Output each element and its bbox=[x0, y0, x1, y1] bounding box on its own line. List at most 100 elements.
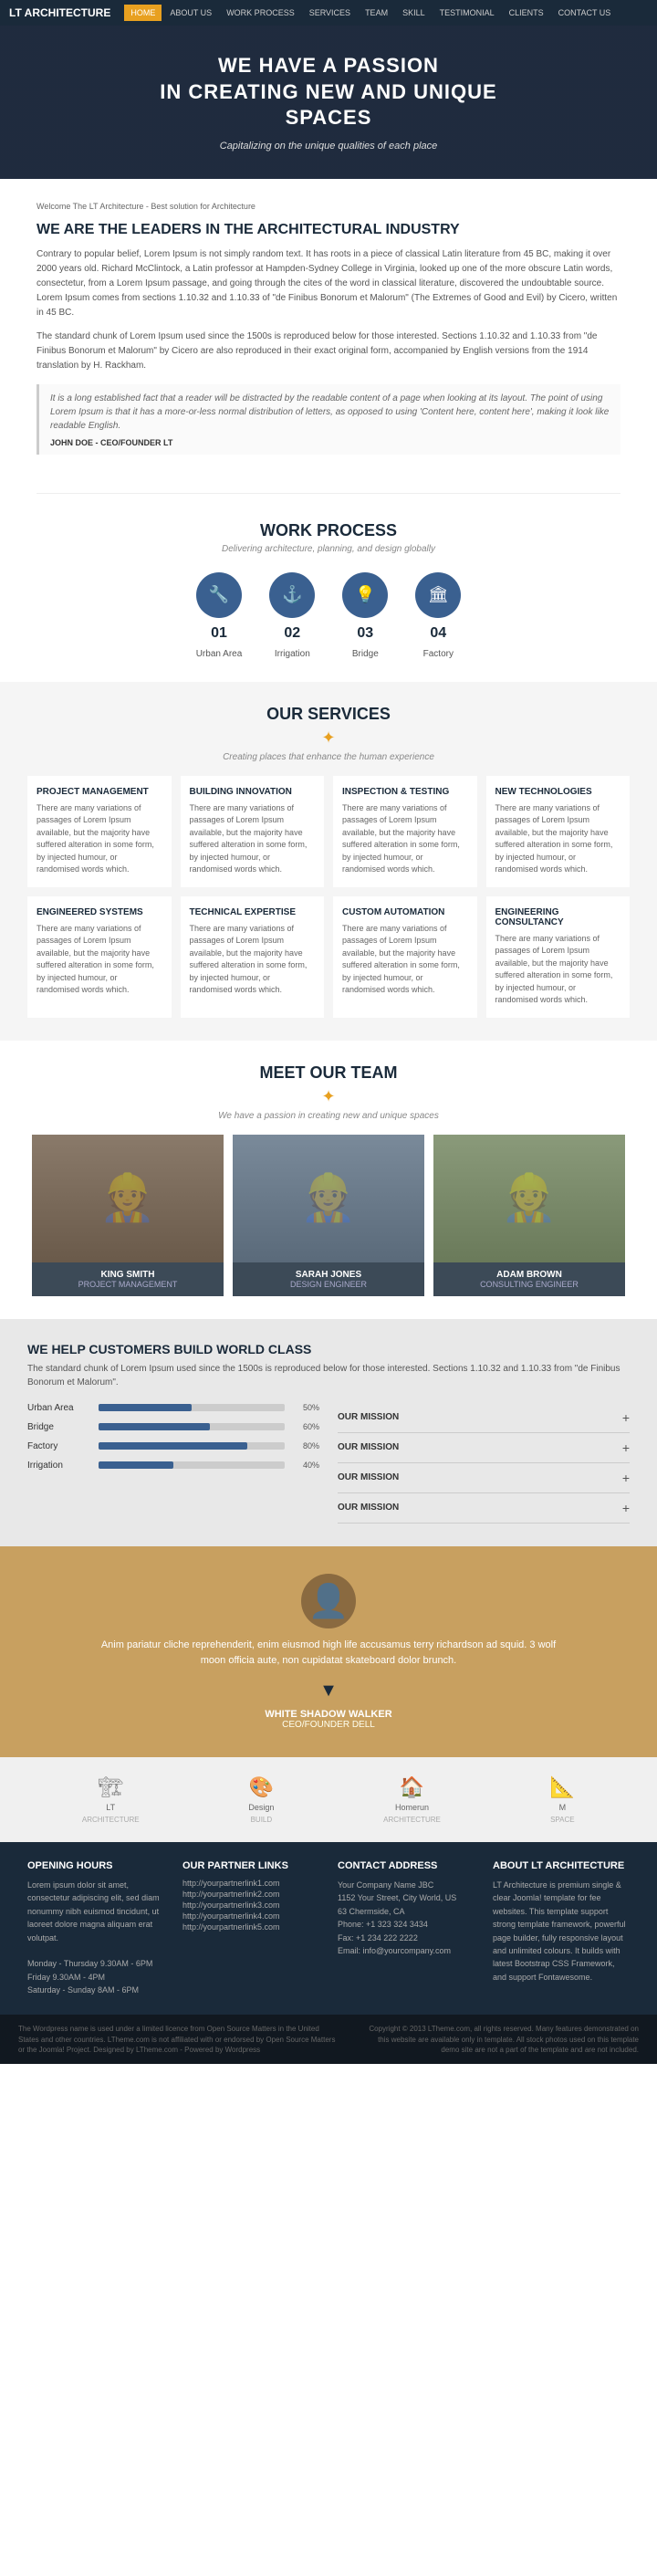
skill-label: Bridge bbox=[27, 1422, 91, 1432]
accordion-plus-icon: + bbox=[622, 1440, 630, 1455]
service-item-title: PROJECT MANAGEMENT bbox=[36, 787, 162, 797]
team-member-overlay: KING SMITH PROJECT MANAGEMENT bbox=[32, 1262, 224, 1296]
service-item: NEW TECHNOLOGIES There are many variatio… bbox=[486, 776, 631, 887]
accordion-header[interactable]: OUR MISSION + bbox=[338, 1403, 630, 1432]
team-member-role: CONSULTING ENGINEER bbox=[441, 1280, 618, 1289]
wp-step-icon: 🏛 bbox=[415, 572, 461, 618]
team-icon: ✦ bbox=[18, 1087, 639, 1106]
team-member-role: PROJECT MANAGEMENT bbox=[39, 1280, 216, 1289]
quote-text: It is a long established fact that a rea… bbox=[50, 392, 610, 433]
accordion-item[interactable]: OUR MISSION + bbox=[338, 1493, 630, 1524]
footer-partner-link[interactable]: http://yourpartnerlink4.com bbox=[182, 1911, 319, 1921]
wp-step: ⚓ 02 Irrigation bbox=[269, 572, 315, 659]
accordion-plus-icon: + bbox=[622, 1410, 630, 1425]
accordion-title: OUR MISSION bbox=[338, 1472, 399, 1482]
client-logo: 🎨 Design BUILD bbox=[248, 1775, 274, 1824]
footer-partner-link[interactable]: http://yourpartnerlink3.com bbox=[182, 1901, 319, 1910]
skill-label: Urban Area bbox=[27, 1403, 91, 1413]
footer-col-text: Lorem ipsum dolor sit amet, consectetur … bbox=[27, 1879, 164, 1997]
footer-col-title: Contact Address bbox=[338, 1860, 474, 1871]
client-icon: 🏠 bbox=[400, 1775, 424, 1799]
nav-link-about-us[interactable]: ABOUT US bbox=[163, 5, 218, 21]
skills-layout: Urban Area 50% Bridge 60% Factory 80% Ir… bbox=[27, 1403, 630, 1524]
nav-link-team[interactable]: TEAM bbox=[359, 5, 394, 21]
accordion-header[interactable]: OUR MISSION + bbox=[338, 1463, 630, 1492]
skill-label: Irrigation bbox=[27, 1461, 91, 1471]
client-icon: 🏗 bbox=[98, 1775, 123, 1799]
footer-partner-link[interactable]: http://yourpartnerlink2.com bbox=[182, 1890, 319, 1899]
quote-block: It is a long established fact that a rea… bbox=[36, 384, 620, 455]
nav-links: HOMEABOUT USWORK PROCESSSERVICESTEAMSKIL… bbox=[124, 5, 617, 21]
team-card: 👷 KING SMITH PROJECT MANAGEMENT bbox=[32, 1135, 224, 1296]
nav-link-skill[interactable]: SKILL bbox=[396, 5, 432, 21]
skill-label: Factory bbox=[27, 1441, 91, 1451]
services-icon: ✦ bbox=[27, 728, 630, 748]
wp-subtitle: Delivering architecture, planning, and d… bbox=[18, 544, 639, 554]
team-member-overlay: ADAM BROWN CONSULTING ENGINEER bbox=[433, 1262, 625, 1296]
client-sub: SPACE bbox=[550, 1816, 575, 1824]
footer-partner-link[interactable]: http://yourpartnerlink1.com bbox=[182, 1879, 319, 1888]
breadcrumb: Welcome The LT Architecture - Best solut… bbox=[36, 202, 620, 211]
accordion-plus-icon: + bbox=[622, 1501, 630, 1515]
logo: LT ARCHITECTURE bbox=[9, 6, 110, 19]
wp-step-num: 03 bbox=[357, 625, 373, 642]
service-item-text: There are many variations of passages of… bbox=[190, 802, 316, 876]
services-title: OUR SERVICES bbox=[27, 705, 630, 724]
wp-step-icon: 🔧 bbox=[196, 572, 242, 618]
wp-step-label: Irrigation bbox=[275, 649, 310, 659]
wp-step-num: 02 bbox=[284, 625, 300, 642]
client-logo: 📐 M SPACE bbox=[550, 1775, 575, 1824]
client-icon: 🎨 bbox=[249, 1775, 274, 1799]
client-name: M bbox=[559, 1803, 567, 1812]
section-divider bbox=[36, 493, 620, 494]
team-grid: 👷 KING SMITH PROJECT MANAGEMENT 👷 SARAH … bbox=[18, 1135, 639, 1296]
skill-bar-bg bbox=[99, 1442, 285, 1450]
accordion-header[interactable]: OUR MISSION + bbox=[338, 1433, 630, 1462]
wp-step: 🏛 04 Factory bbox=[415, 572, 461, 659]
skill-row: Urban Area 50% bbox=[27, 1403, 319, 1413]
nav-link-home[interactable]: HOME bbox=[124, 5, 162, 21]
nav-link-testimonial[interactable]: TESTIMONIAL bbox=[433, 5, 501, 21]
skill-bar-fill bbox=[99, 1442, 247, 1450]
accordion-plus-icon: + bbox=[622, 1471, 630, 1485]
footer-partner-link[interactable]: http://yourpartnerlink5.com bbox=[182, 1922, 319, 1932]
team-member-overlay: SARAH JONES DESIGN ENGINEER bbox=[233, 1262, 424, 1296]
nav-link-contact-us[interactable]: CONTACT US bbox=[552, 5, 618, 21]
service-item-title: INSPECTION & TESTING bbox=[342, 787, 468, 797]
nav-link-work-process[interactable]: WORK PROCESS bbox=[220, 5, 301, 21]
testimonial-text: Anim pariatur cliche reprehenderit, enim… bbox=[100, 1638, 557, 1670]
accordion-item[interactable]: OUR MISSION + bbox=[338, 1433, 630, 1463]
accordion-item[interactable]: OUR MISSION + bbox=[338, 1403, 630, 1433]
about-para2: The standard chunk of Lorem Ipsum used s… bbox=[36, 330, 620, 373]
skill-percentage: 40% bbox=[292, 1461, 319, 1470]
nav-link-clients[interactable]: CLIENTS bbox=[503, 5, 550, 21]
wp-step: 💡 03 Bridge bbox=[342, 572, 388, 659]
about-para1: Contrary to popular belief, Lorem Ipsum … bbox=[36, 247, 620, 320]
skill-bar-bg bbox=[99, 1423, 285, 1430]
service-item: ENGINEERED SYSTEMS There are many variat… bbox=[27, 896, 172, 1018]
skills-heading: WE HELP CUSTOMERS BUILD WORLD CLASS bbox=[27, 1342, 630, 1356]
service-item-text: There are many variations of passages of… bbox=[342, 802, 468, 876]
wp-step-num: 04 bbox=[430, 625, 446, 642]
skill-percentage: 60% bbox=[292, 1422, 319, 1431]
accordion-item[interactable]: OUR MISSION + bbox=[338, 1463, 630, 1493]
skill-row: Irrigation 40% bbox=[27, 1461, 319, 1471]
skill-bar-fill bbox=[99, 1423, 210, 1430]
footer-col-title: Our Partner Links bbox=[182, 1860, 319, 1871]
client-logo: 🏠 Homerun ARCHITECTURE bbox=[383, 1775, 441, 1824]
accordion-title: OUR MISSION bbox=[338, 1412, 399, 1422]
footer-column: Opening HoursLorem ipsum dolor sit amet,… bbox=[27, 1860, 164, 1997]
client-name: Homerun bbox=[395, 1803, 429, 1812]
team-member-image: 👷 bbox=[233, 1135, 424, 1262]
service-item: INSPECTION & TESTING There are many vari… bbox=[333, 776, 477, 887]
team-member-name: KING SMITH bbox=[39, 1270, 216, 1280]
service-item-title: TECHNICAL EXPERTISE bbox=[190, 907, 316, 917]
service-item-text: There are many variations of passages of… bbox=[190, 923, 316, 997]
client-sub: ARCHITECTURE bbox=[82, 1816, 140, 1824]
wp-step-icon: ⚓ bbox=[269, 572, 315, 618]
skill-bar-fill bbox=[99, 1461, 173, 1469]
wp-step-icon: 💡 bbox=[342, 572, 388, 618]
accordion-header[interactable]: OUR MISSION + bbox=[338, 1493, 630, 1523]
nav-link-services[interactable]: SERVICES bbox=[303, 5, 357, 21]
footer: Opening HoursLorem ipsum dolor sit amet,… bbox=[0, 1842, 657, 2016]
